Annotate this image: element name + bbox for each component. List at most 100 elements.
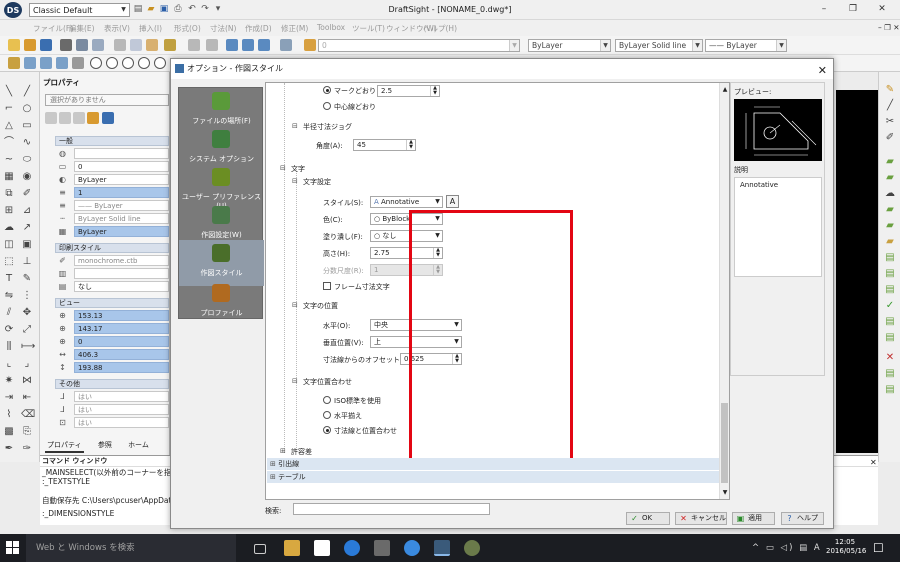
edge-icon[interactable]: [344, 540, 360, 556]
lengthen-icon[interactable]: ⇤: [21, 392, 33, 404]
tab-references[interactable]: 参照: [96, 439, 114, 451]
region-icon[interactable]: ◫: [3, 239, 15, 251]
triangle-icon[interactable]: △: [3, 120, 15, 132]
windows-start-icon[interactable]: [6, 541, 20, 555]
wipeout-icon[interactable]: ▣: [21, 239, 33, 251]
zoom-previous-icon[interactable]: [258, 39, 270, 51]
ime-indicator[interactable]: A: [814, 543, 822, 553]
ink-icon[interactable]: ✒: [3, 443, 15, 455]
spline-icon[interactable]: [154, 57, 166, 69]
layer-unlock-icon[interactable]: ▰: [884, 220, 896, 232]
layer-on-icon[interactable]: ▰: [884, 156, 896, 168]
tab-properties[interactable]: プロパティ: [45, 439, 84, 453]
task-view-icon[interactable]: [254, 544, 266, 554]
collapse-icon[interactable]: ⊟: [292, 122, 298, 130]
properties-icon[interactable]: [280, 39, 292, 51]
print-icon[interactable]: ⎙: [172, 3, 184, 16]
menu-edit[interactable]: 編集(E): [69, 23, 95, 34]
section-general[interactable]: 一般: [55, 136, 169, 146]
circle-icon[interactable]: [90, 57, 102, 69]
rotate-icon[interactable]: ⟳: [3, 324, 15, 336]
mirror-icon[interactable]: ⇋: [3, 290, 15, 302]
block-icon[interactable]: ⧉: [3, 188, 15, 200]
menu-help[interactable]: ヘルプ(H): [423, 23, 457, 34]
draftsight-logo[interactable]: DS: [4, 2, 22, 18]
collapse-icon[interactable]: ⊟: [292, 377, 298, 385]
clock[interactable]: 12:05 2016/05/16: [826, 538, 866, 556]
snap-icon[interactable]: [8, 57, 20, 69]
polar-icon[interactable]: [56, 57, 68, 69]
print-icon[interactable]: [60, 39, 72, 51]
prop-value[interactable]: はい: [74, 391, 169, 402]
expand-icon[interactable]: ⊞: [270, 473, 278, 481]
notification-icon[interactable]: ☐: [873, 541, 884, 555]
ellipse-icon[interactable]: [106, 57, 118, 69]
prop-value[interactable]: —— ByLayer: [74, 200, 169, 211]
collapse-icon[interactable]: ⊟: [292, 301, 298, 309]
select-all-icon[interactable]: [45, 112, 57, 124]
scissors-icon[interactable]: ✂: [884, 116, 896, 128]
join-icon[interactable]: ⋈: [21, 375, 33, 387]
mdi-minimize-icon[interactable]: – ❐ ✕: [878, 23, 900, 32]
insert-icon[interactable]: ✐: [21, 188, 33, 200]
prop-value[interactable]: はい: [74, 417, 169, 428]
edit-icon[interactable]: ✐: [884, 132, 896, 144]
color-combo[interactable]: ByLayer ▼: [528, 39, 611, 52]
new-icon[interactable]: [8, 39, 20, 51]
tree-scrollbar[interactable]: ▲ ▼: [719, 83, 729, 499]
horizontal-align-radio[interactable]: [323, 411, 331, 419]
undo-icon[interactable]: ↶: [186, 3, 198, 16]
quick-select-icon[interactable]: [59, 112, 71, 124]
close-icon[interactable]: ✕: [875, 3, 889, 16]
esnap-icon[interactable]: [72, 57, 84, 69]
offset-icon[interactable]: ⫽: [3, 307, 15, 319]
scroll-thumb[interactable]: [721, 403, 728, 483]
prop-value[interactable]: 0: [74, 161, 169, 172]
copy-icon[interactable]: [130, 39, 142, 51]
remove-icon[interactable]: ✕: [884, 352, 896, 364]
ortho-icon[interactable]: [40, 57, 52, 69]
prop-value[interactable]: ByLayer: [74, 226, 169, 237]
section-other[interactable]: その他: [55, 379, 169, 389]
filter-icon[interactable]: [87, 112, 99, 124]
selection-combo[interactable]: 選択がありません: [45, 94, 169, 106]
rectangle-icon[interactable]: ▭: [21, 120, 33, 132]
section-view[interactable]: ビュー: [55, 298, 169, 308]
close-icon[interactable]: ✕: [818, 61, 827, 81]
scroll-down-icon[interactable]: ▼: [720, 489, 730, 496]
layer-match-icon[interactable]: ▤: [884, 268, 896, 280]
system-tray[interactable]: ^ ▭ ◁) ▤ A: [752, 543, 822, 553]
drawing-canvas[interactable]: [836, 90, 878, 453]
curve-icon[interactable]: ∿: [21, 137, 33, 149]
text-style-combo[interactable]: A Annotative ▼: [370, 196, 443, 208]
chamfer-icon[interactable]: ⌟: [21, 358, 33, 370]
prop-value[interactable]: なし: [74, 281, 169, 292]
note-icon[interactable]: ✎: [21, 273, 33, 285]
marker-size-spin[interactable]: 2.5 ▲ ▼: [377, 85, 440, 97]
point-icon[interactable]: ◉: [21, 171, 33, 183]
text-style-manager-icon[interactable]: A: [446, 195, 459, 208]
menu-dimension[interactable]: 寸法(N): [210, 23, 236, 34]
file-explorer-icon[interactable]: [284, 540, 300, 556]
cancel-button[interactable]: ✕ キャンセル: [675, 512, 727, 525]
spin-icon[interactable]: ▲ ▼: [406, 140, 415, 150]
line-icon[interactable]: ╲: [3, 86, 15, 98]
menu-tools[interactable]: ツール(T): [352, 23, 385, 34]
erase-icon[interactable]: ⌫: [21, 409, 35, 421]
expand-icon[interactable]: ⊞: [280, 447, 286, 455]
spin-icon[interactable]: ▲ ▼: [430, 86, 439, 96]
media-player-icon[interactable]: [374, 540, 390, 556]
cut-icon[interactable]: [114, 39, 126, 51]
prop-value[interactable]: 193.88: [74, 362, 169, 373]
new-file-icon[interactable]: ▤: [132, 3, 144, 16]
prop-value[interactable]: 406.3: [74, 349, 169, 360]
iso-standard-radio[interactable]: [323, 396, 331, 404]
polyline-icon[interactable]: ⌐: [3, 103, 15, 115]
layer-combo[interactable]: 0 ▼: [318, 39, 520, 52]
menu-toolbox[interactable]: Toolbox: [317, 23, 345, 32]
apply-button[interactable]: ▣ 適用: [732, 512, 775, 525]
prop-value[interactable]: [74, 268, 169, 279]
taskbar-search-input[interactable]: Web と Windows を検索: [26, 534, 236, 562]
close-icon[interactable]: ✕: [870, 458, 877, 467]
layer-freeze-icon[interactable]: ☁: [884, 188, 896, 200]
